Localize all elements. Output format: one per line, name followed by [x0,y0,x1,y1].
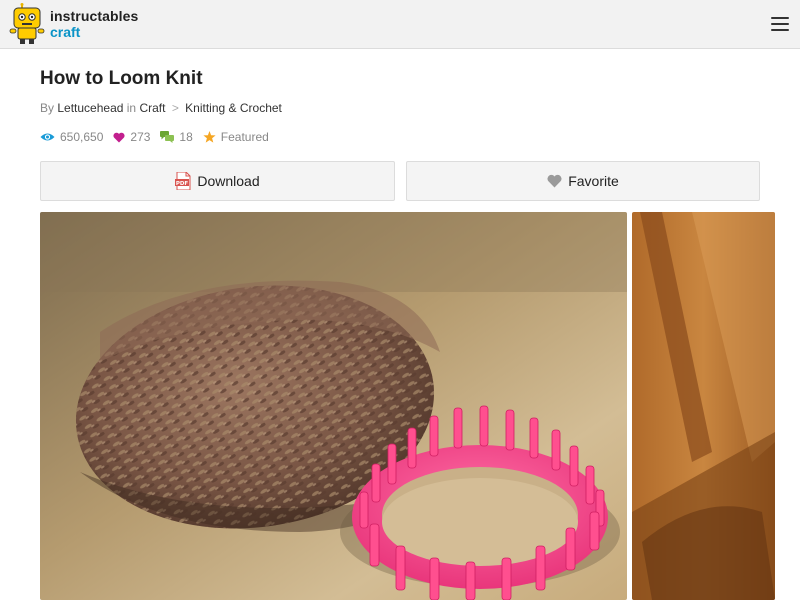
top-bar: instructables craft [0,0,800,49]
favorites-count: 273 [130,130,151,144]
heart-icon [113,132,125,142]
featured-label: Featured [220,130,269,144]
views-stat: 650,650 [40,130,103,144]
comments-stat: 18 [160,130,193,144]
image-gallery[interactable] [40,212,800,600]
views-count: 650,650 [60,130,104,144]
main-photo[interactable] [40,212,627,600]
svg-text:PDF: PDF [176,181,189,187]
brand-name: instructables [50,8,139,24]
wooden-door-photo [632,212,775,600]
yarn-and-loom-photo [40,212,627,600]
heart-icon [547,174,562,188]
subcategory-link[interactable]: Knitting & Crochet [185,101,282,115]
download-label: Download [197,173,260,189]
featured-badge: Featured [203,130,269,144]
download-button[interactable]: PDF Download [40,161,395,201]
eye-icon [40,133,55,141]
pdf-icon: PDF [175,172,191,190]
author-link[interactable]: Lettucehead [57,101,123,115]
favorite-label: Favorite [568,173,619,189]
page-title: How to Loom Knit [40,68,203,89]
favorite-button[interactable]: Favorite [406,161,760,201]
hamburger-menu-icon[interactable] [768,15,792,35]
breadcrumb-separator: > [171,101,179,115]
favorites-stat: 273 [113,130,150,144]
stats-bar: 650,650 273 18 Featured [40,129,279,145]
menu-line [771,17,789,19]
menu-line [771,29,789,31]
comments-count: 18 [179,130,193,144]
category-link[interactable]: Craft [139,101,165,115]
channel-name[interactable]: craft [50,24,138,40]
menu-line [771,23,789,25]
robot-mascot-icon[interactable] [8,3,46,45]
by-prefix: By [40,101,55,115]
brand[interactable]: instructables craft [50,8,138,40]
in-word: in [126,101,137,115]
next-photo[interactable] [632,212,775,600]
star-icon [203,131,216,143]
comment-bubbles-icon [160,131,175,143]
byline: By Lettucehead in Craft > Knitting & Cro… [40,101,282,115]
